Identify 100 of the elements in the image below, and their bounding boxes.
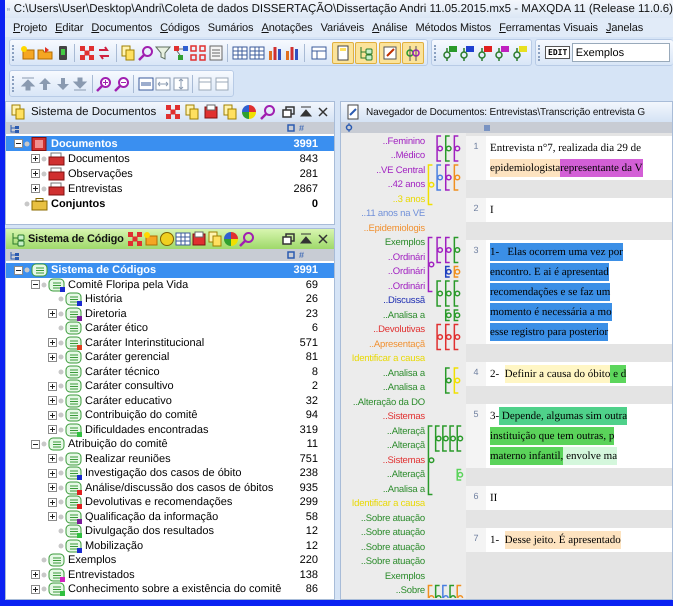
menu-item[interactable]: Métodos Mistos xyxy=(416,22,492,34)
tree-item[interactable]: Exemplos 220 xyxy=(6,553,334,568)
item-label: Diretoria xyxy=(85,308,127,320)
tree-item[interactable]: Realizar reuniões 751 xyxy=(6,452,334,466)
tree-item[interactable]: Mobilização 12 xyxy=(6,538,334,553)
item-label: Sistema de Códigos xyxy=(51,264,156,276)
tree-item[interactable]: Divulgação dos resultados 12 xyxy=(6,524,334,538)
tree-item[interactable]: Entrevistados 138 xyxy=(6,568,334,582)
text-line: II xyxy=(490,491,498,506)
tree-item[interactable]: Caráter educativo 32 xyxy=(6,394,334,408)
item-count: 11 xyxy=(306,438,318,450)
tree-item[interactable]: Caráter técnico 8 xyxy=(6,364,334,379)
item-label: Entrevistados xyxy=(68,568,135,581)
code-combo-box[interactable]: Exemplos xyxy=(572,43,670,62)
tree-item[interactable]: Investigação dos casos de óbito 238 xyxy=(6,466,334,480)
code-label[interactable]: ..42 anos xyxy=(388,178,425,192)
coded-text: envolve ma xyxy=(563,447,618,465)
code-label[interactable]: ..Analisa a xyxy=(382,308,425,322)
code-label[interactable]: ..Ordinári xyxy=(388,279,425,294)
item-count: 281 xyxy=(300,168,318,180)
code-label[interactable]: ..Alteração da DO xyxy=(352,395,425,410)
code-label[interactable]: ..Analisa a xyxy=(382,380,425,395)
tree-item[interactable]: Conhecimento sobre a existência do comitê 86 xyxy=(6,582,334,596)
count-column-label[interactable]: # xyxy=(298,250,304,260)
tree-item[interactable]: Diretoria 23 xyxy=(6,306,334,321)
code-label[interactable]: Exemplos xyxy=(384,236,425,250)
menu-item[interactable]: Códigos xyxy=(160,22,200,34)
coded-text: esse registro para posterior xyxy=(490,323,608,341)
tree-item[interactable]: Conjuntos 0 xyxy=(6,196,334,211)
item-label: Entrevistas xyxy=(68,182,122,194)
paragraph-number: 4 xyxy=(466,362,486,386)
coded-text: Definir a causa do óbito xyxy=(504,365,610,383)
item-label: Comitê Floripa pela Vida xyxy=(68,278,188,291)
menu-item[interactable]: Sumários xyxy=(208,22,254,34)
code-label[interactable]: ..Discussã xyxy=(383,294,425,308)
tree-item[interactable]: Caráter Interinstitucional 571 xyxy=(6,336,334,350)
item-label: Devolutivas e recomendações xyxy=(85,496,232,508)
code-label[interactable]: ..Alteraçã xyxy=(386,424,425,438)
item-count: 3991 xyxy=(294,264,318,276)
tree-item[interactable]: Observações 281 xyxy=(6,166,334,181)
tree-item[interactable]: Caráter consultivo 2 xyxy=(6,379,334,394)
code-label[interactable]: ..Médico xyxy=(390,148,425,163)
item-label: Observações xyxy=(68,168,133,180)
panel-title: Sistema de Documentos xyxy=(31,106,156,118)
code-label[interactable]: ..Feminino xyxy=(382,134,425,148)
item-label: Exemplos xyxy=(68,554,116,566)
code-label[interactable]: Exemplos xyxy=(384,569,425,584)
code-label[interactable]: ..Sobre atuação xyxy=(360,554,425,569)
item-label: Contribuição do comitê xyxy=(85,409,198,422)
tree-item[interactable]: Qualificação da informação 58 xyxy=(6,510,334,524)
menu-item[interactable]: Variáveis xyxy=(320,22,364,34)
text-line: 3- xyxy=(490,409,500,424)
code-label[interactable]: ..Ordinári xyxy=(388,250,425,264)
code-label[interactable]: ..Sobre xyxy=(396,584,425,598)
paragraph-number: 2 xyxy=(466,198,486,222)
item-count: 32 xyxy=(306,394,318,407)
menu-item[interactable]: Ferramentas Visuais xyxy=(499,22,598,34)
tree-item[interactable]: Entrevistas 2867 xyxy=(6,181,334,196)
tree-item[interactable]: Comitê Floripa pela Vida 69 xyxy=(6,278,334,292)
code-label[interactable]: ..Sistemas xyxy=(382,410,425,424)
code-label[interactable]: ..Alteraçã xyxy=(386,438,425,453)
coded-text: Depende, algumas sim outra xyxy=(499,407,628,425)
menu-item[interactable]: Documentos xyxy=(91,22,152,34)
menu-item[interactable]: Editar xyxy=(55,22,84,34)
tree-item[interactable]: Devolutivas e recomendações 299 xyxy=(6,495,334,510)
item-count: 751 xyxy=(300,452,318,465)
tree-item[interactable]: Contribuição do comitê 94 xyxy=(6,408,334,422)
count-column-label[interactable]: # xyxy=(298,123,304,133)
item-label: Conjuntos xyxy=(51,198,106,210)
code-label[interactable]: ..VE Central xyxy=(376,163,425,178)
code-label[interactable]: ..Sobre atuação xyxy=(360,540,425,554)
code-label[interactable]: ..Sistemas xyxy=(382,453,425,468)
code-label[interactable]: ..Analisa a xyxy=(382,482,425,496)
code-label[interactable]: ..Analisa a xyxy=(382,366,425,380)
tree-item[interactable]: Caráter ético 6 xyxy=(6,321,334,336)
tree-item[interactable]: História 26 xyxy=(6,292,334,306)
paragraph-number: 7 xyxy=(466,528,486,552)
tree-item[interactable]: Caráter gerencial 81 xyxy=(6,350,334,364)
coded-text: instituição que tem outras, p xyxy=(490,427,614,445)
coded-text: materno infantil, xyxy=(490,447,564,465)
code-label[interactable]: ..Alteraçã xyxy=(386,468,425,482)
menu-item[interactable]: Anotações xyxy=(261,22,313,34)
item-count: 69 xyxy=(306,278,318,291)
code-label[interactable]: ..Ordinári xyxy=(388,264,425,279)
paragraph-number: 6 xyxy=(466,486,486,510)
item-count: 94 xyxy=(306,409,318,422)
item-label: Investigação dos casos de óbito xyxy=(85,467,242,480)
code-label[interactable]: ..Sobre atuação xyxy=(360,526,425,540)
tree-item[interactable]: Dificuldades encontradas 319 xyxy=(6,422,334,437)
edit-code-button[interactable]: EDIT xyxy=(545,46,570,59)
tree-item[interactable]: Documentos 843 xyxy=(6,151,334,166)
menu-item[interactable]: Projeto xyxy=(13,22,48,34)
tree-item[interactable]: Atribuição do comitê 11 xyxy=(6,437,334,452)
item-label: Realizar reuniões xyxy=(85,452,171,465)
item-label: Atribuição do comitê xyxy=(68,438,168,450)
menu-item[interactable]: Janelas xyxy=(606,22,644,34)
code-label[interactable]: ..Devolutivas xyxy=(373,322,425,337)
tree-item[interactable]: Análise/discussão dos casos de óbitos 935 xyxy=(6,480,334,495)
menu-item[interactable]: Análise xyxy=(372,22,408,34)
code-label[interactable]: ..Sobre atuação xyxy=(360,511,425,526)
